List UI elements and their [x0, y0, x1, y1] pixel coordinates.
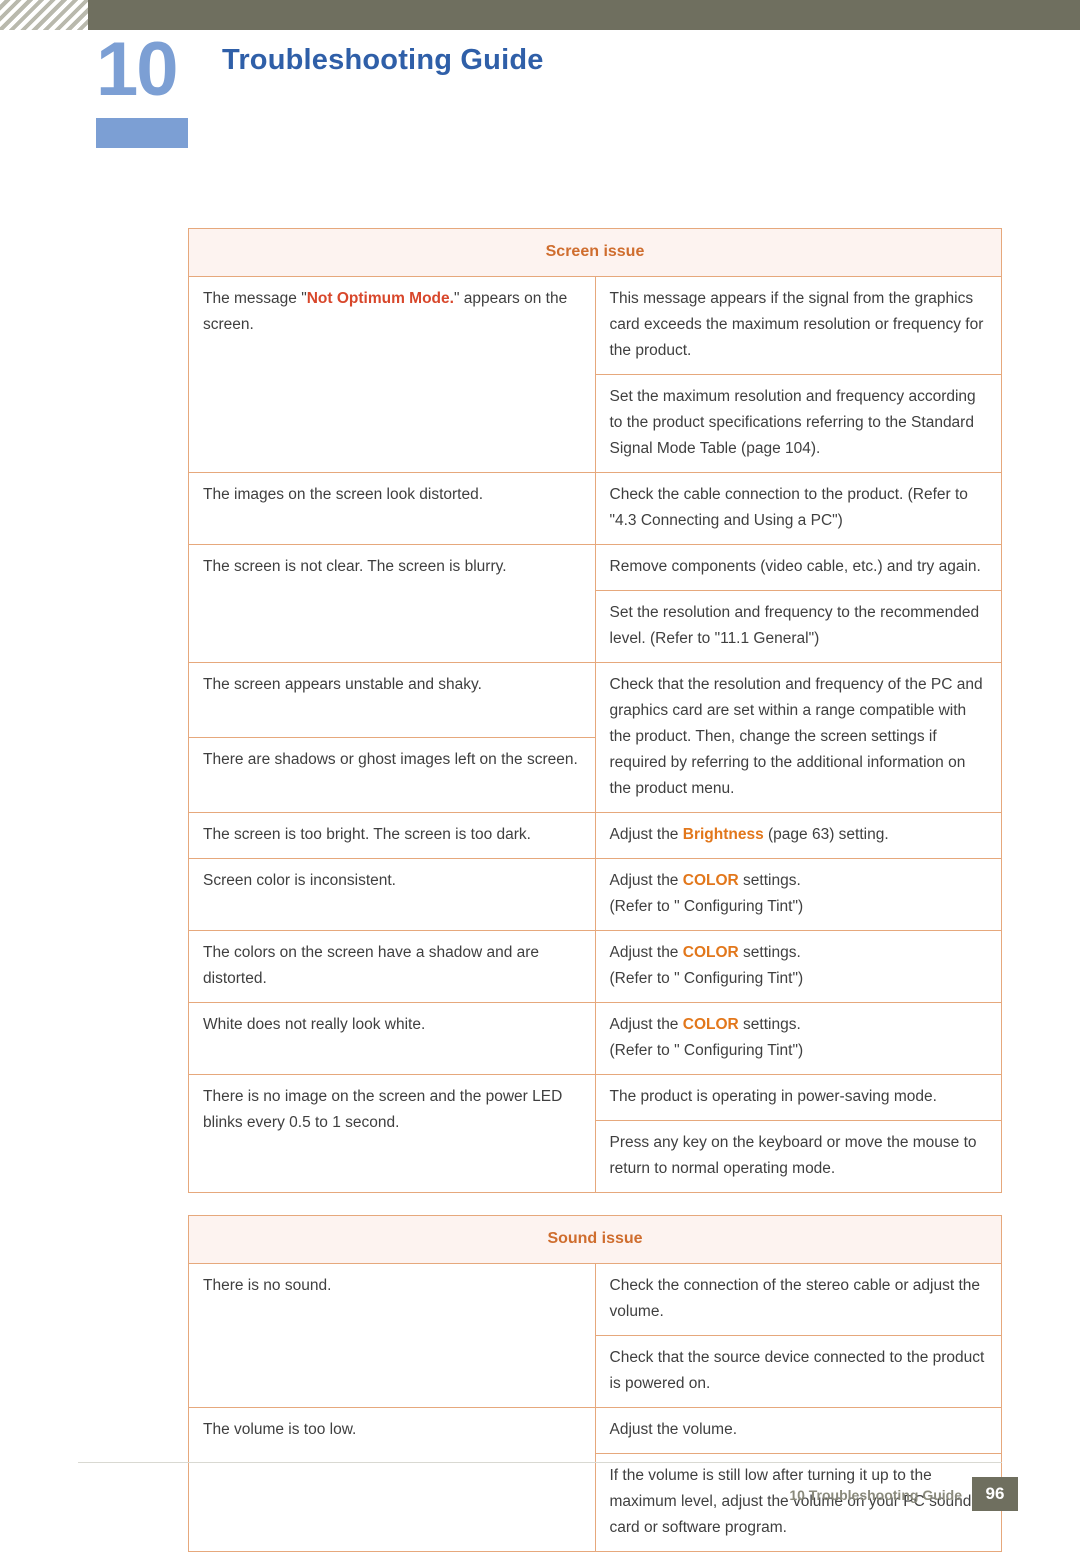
solution-cell: Check the connection of the stereo cable…	[594, 1263, 1002, 1336]
solution-text-part: Adjust the	[609, 826, 683, 843]
table-row: The images on the screen look distorted.…	[188, 472, 1002, 545]
solution-cell: Press any key on the keyboard or move th…	[594, 1120, 1002, 1193]
table-row: The screen is too bright. The screen is …	[188, 812, 1002, 859]
page-title: Troubleshooting Guide	[222, 44, 544, 76]
solution-text-part: Adjust the	[609, 944, 683, 961]
symptom-cell: The screen appears unstable and shaky.	[188, 662, 596, 738]
section-heading-screen: Screen issue	[188, 228, 1002, 277]
table-row: The screen is not clear. The screen is b…	[188, 544, 1002, 663]
solution-text-part: (Refer to " Configuring Tint")	[609, 970, 804, 987]
symptom-cell: The screen is not clear. The screen is b…	[188, 544, 596, 663]
solution-text-part: settings.	[738, 944, 801, 961]
symptom-cell: There is no image on the screen and the …	[188, 1074, 596, 1193]
footer-chapter-label: 10 Troubleshooting Guide	[789, 1487, 962, 1503]
troubleshooting-tables: Screen issue The message "Not Optimum Mo…	[188, 228, 1002, 1552]
symptom-cell: The screen is too bright. The screen is …	[188, 812, 596, 859]
page-header-bar	[0, 0, 1080, 30]
solution-text-part: (Refer to " Configuring Tint")	[609, 898, 804, 915]
symptom-cell: There is no sound.	[188, 1263, 596, 1408]
symptom-text-part: The message "	[203, 290, 307, 307]
solution-cell: Set the resolution and frequency to the …	[594, 590, 1002, 663]
solution-text-part: Adjust the	[609, 1016, 683, 1033]
section-heading-sound: Sound issue	[188, 1215, 1002, 1264]
solution-cell: Adjust the volume.	[594, 1407, 1002, 1454]
solution-cell: Adjust the Brightness (page 63) setting.	[594, 812, 1002, 859]
table-row: Screen color is inconsistent. Adjust the…	[188, 858, 1002, 931]
solution-cell: Check the cable connection to the produc…	[594, 472, 1002, 545]
table-section-header: Sound issue	[188, 1215, 1002, 1264]
solution-highlight-brightness: Brightness	[682, 826, 764, 843]
solution-cell: Check that the resolution and frequency …	[594, 662, 1002, 813]
symptom-cell: The message "Not Optimum Mode." appears …	[188, 276, 596, 473]
solution-text-part: settings.	[738, 1016, 801, 1033]
solution-cell: This message appears if the signal from …	[594, 276, 1002, 375]
symptom-cell: The colors on the screen have a shadow a…	[188, 930, 596, 1003]
table-row: White does not really look white. Adjust…	[188, 1002, 1002, 1075]
table-row: There is no sound. Check the connection …	[188, 1263, 1002, 1408]
table-row: The screen appears unstable and shaky. C…	[188, 662, 1002, 813]
table-row: The colors on the screen have a shadow a…	[188, 930, 1002, 1003]
symptom-cell: The images on the screen look distorted.	[188, 472, 596, 545]
solution-cell: Set the maximum resolution and frequency…	[594, 374, 1002, 473]
screen-issue-table: Screen issue The message "Not Optimum Mo…	[188, 228, 1002, 1193]
solution-cell: Remove components (video cable, etc.) an…	[594, 544, 1002, 591]
table-row: The volume is too low. Adjust the volume…	[188, 1407, 1002, 1552]
solution-cell: Adjust the COLOR settings. (Refer to " Co…	[594, 858, 1002, 931]
symptom-cell: There are shadows or ghost images left o…	[188, 737, 596, 813]
solution-text-part: settings.	[738, 872, 801, 889]
page-number: 96	[972, 1477, 1018, 1511]
solution-cell: Adjust the COLOR settings. (Refer to " Co…	[594, 1002, 1002, 1075]
header-hatch-pattern	[0, 0, 88, 30]
solution-cell: Adjust the COLOR settings. (Refer to " Co…	[594, 930, 1002, 1003]
solution-text-part: Adjust the	[609, 872, 683, 889]
solution-text-part: (page 63) setting.	[763, 826, 889, 843]
symptom-cell: The volume is too low.	[188, 1407, 596, 1552]
solution-cell: Check that the source device connected t…	[594, 1335, 1002, 1408]
table-row: There is no image on the screen and the …	[188, 1074, 1002, 1193]
table-section-header: Screen issue	[188, 228, 1002, 277]
symptom-highlight-not-optimum-mode: Not Optimum Mode.	[306, 290, 454, 307]
symptom-cell: White does not really look white.	[188, 1002, 596, 1075]
chapter-number: 10	[96, 28, 196, 148]
solution-highlight-color: COLOR	[682, 1016, 739, 1033]
solution-text-part: (Refer to " Configuring Tint")	[609, 1042, 804, 1059]
chapter-number-text: 10	[96, 27, 179, 112]
solution-highlight-color: COLOR	[682, 872, 739, 889]
table-row: The message "Not Optimum Mode." appears …	[188, 276, 1002, 473]
solution-cell: The product is operating in power-saving…	[594, 1074, 1002, 1121]
solution-highlight-color: COLOR	[682, 944, 739, 961]
footer-divider	[78, 1462, 1002, 1463]
chapter-number-bar	[96, 118, 188, 148]
table-gap	[188, 1193, 1002, 1215]
symptom-cell: Screen color is inconsistent.	[188, 858, 596, 931]
